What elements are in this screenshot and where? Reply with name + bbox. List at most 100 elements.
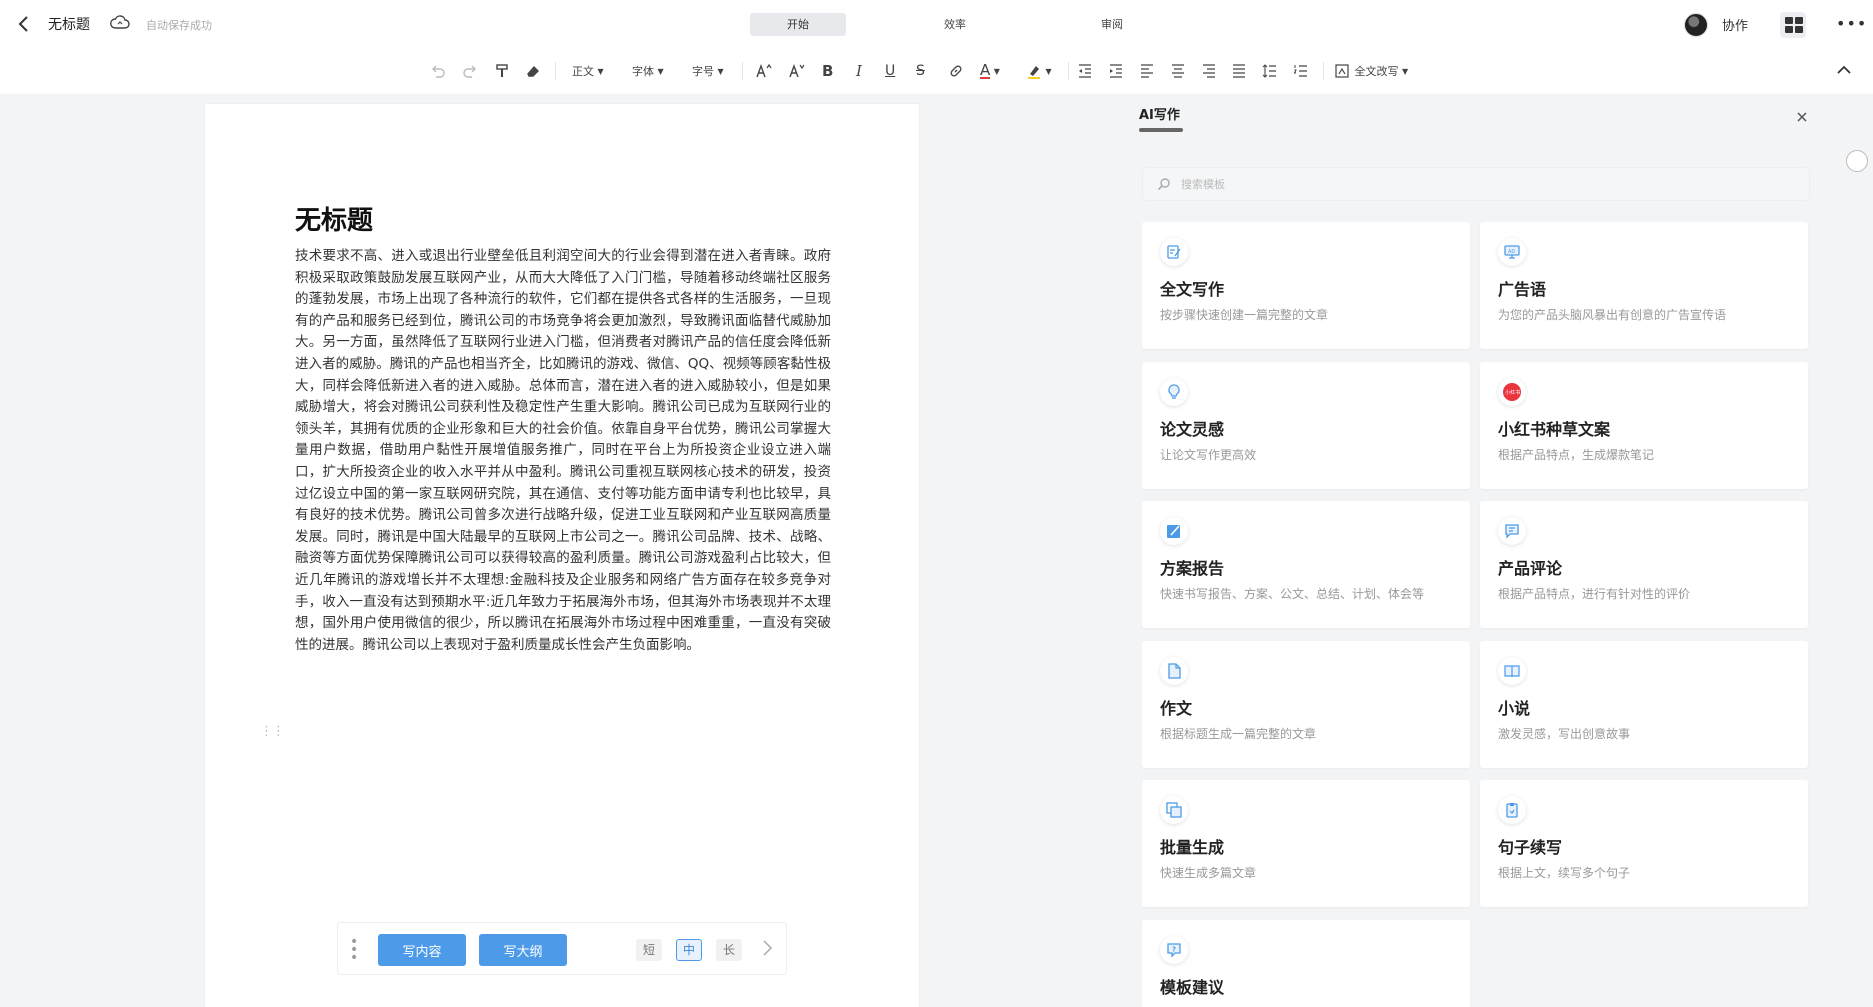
format-toolbar: 正文 ▼ 字体 ▼ 字号 ▼ B I U S A ▼ ▼ 全文改写 ▼	[0, 48, 1873, 94]
chevron-up-icon	[1837, 65, 1851, 74]
template-card-file[interactable]: 作文 根据标题生成一篇完整的文章	[1142, 641, 1470, 768]
card-desc: 根据上文，续写多个句子	[1498, 866, 1631, 880]
template-card-clipboard[interactable]: 句子续写根据上文，续写多个句子	[1480, 780, 1808, 907]
line-spacing-icon[interactable]	[1262, 60, 1278, 82]
template-card-xiaohongshu[interactable]: 小红书小红书种草文案根据产品特点，生成爆款笔记	[1480, 362, 1808, 489]
template-card-book[interactable]: 小说激发灵感，写出创意故事	[1480, 641, 1808, 768]
strikethrough-icon[interactable]: S	[916, 60, 925, 82]
italic-icon[interactable]: I	[856, 60, 862, 82]
align-center-icon[interactable]	[1170, 60, 1186, 82]
card-title: 作文	[1160, 699, 1193, 718]
card-title: 论文灵感	[1160, 420, 1225, 439]
svg-text:AD: AD	[1508, 249, 1515, 255]
template-card-copy[interactable]: 批量生成 快速生成多篇文章	[1142, 780, 1470, 907]
decrease-font-icon[interactable]	[788, 60, 806, 82]
paragraph-style-label: 正文	[572, 65, 594, 78]
indent-decrease-icon[interactable]	[1077, 60, 1093, 82]
collab-button[interactable]: 协作	[1722, 15, 1748, 34]
document-title[interactable]: 无标题	[295, 200, 373, 237]
ordered-list-icon[interactable]	[1293, 60, 1309, 82]
more-icon[interactable]: •••	[1836, 14, 1867, 33]
align-right-icon[interactable]	[1201, 60, 1217, 82]
document-body[interactable]: 技术要求不高、进入或退出行业壁垒低且利润空间大的行业会得到潜在进入者青睐。政府积…	[295, 246, 831, 656]
increase-font-icon[interactable]	[755, 60, 773, 82]
lightbulb-icon	[1160, 378, 1188, 406]
card-title: 小红书种草文案	[1498, 420, 1611, 439]
length-long-option[interactable]: 长	[716, 939, 742, 961]
font-family-select[interactable]: 字体 ▼	[632, 60, 664, 82]
close-icon[interactable]	[1796, 108, 1808, 127]
undo-icon[interactable]	[430, 60, 446, 82]
caret-down-icon: ▼	[657, 66, 664, 76]
doc-title[interactable]: 无标题	[48, 14, 90, 34]
card-desc: 让论文写作更高效	[1160, 448, 1257, 462]
font-color-icon[interactable]: A ▼	[980, 60, 1000, 82]
align-justify-icon[interactable]	[1231, 60, 1247, 82]
highlight-color-icon[interactable]: ▼	[1026, 60, 1052, 82]
tab-review[interactable]: 审阅	[1064, 13, 1160, 36]
rewrite-label: 全文改写	[1354, 65, 1399, 78]
ai-panel-title[interactable]: AI写作	[1139, 104, 1180, 123]
template-search	[1142, 167, 1810, 201]
format-painter-icon[interactable]	[494, 60, 510, 82]
file-icon	[1160, 657, 1188, 685]
template-card-ad[interactable]: AD 广告语 为您的产品头脑风暴出有创意的广告宣传语	[1480, 222, 1808, 349]
card-title: 全文写作	[1160, 280, 1225, 299]
search-icon	[1157, 178, 1170, 191]
bold-icon[interactable]: B	[822, 60, 833, 82]
card-title: 小说	[1498, 699, 1531, 718]
ai-write-bar: • • • 写内容 写大纲 短 中 长	[337, 922, 787, 975]
caret-down-icon: ▼	[597, 66, 604, 76]
collapse-toolbar-button[interactable]	[1836, 61, 1852, 80]
caret-down-icon: ▼	[717, 66, 724, 76]
document-page[interactable]: 无标题 技术要求不高、进入或退出行业壁垒低且利润空间大的行业会得到潜在进入者青睐…	[205, 104, 919, 1007]
align-left-icon[interactable]	[1139, 60, 1155, 82]
copy-icon	[1160, 796, 1188, 824]
link-icon[interactable]	[948, 60, 964, 82]
caret-down-icon: ▼	[1402, 66, 1409, 76]
report-icon	[1160, 517, 1188, 545]
cloud-sync-icon[interactable]	[110, 15, 130, 35]
card-title: 句子续写	[1498, 838, 1563, 857]
toolbar-divider	[1068, 62, 1069, 80]
side-handle[interactable]	[1846, 150, 1868, 172]
redo-icon[interactable]	[462, 60, 478, 82]
top-tabs: 开始 效率 审阅	[750, 13, 1221, 36]
search-input[interactable]	[1181, 177, 1781, 191]
card-desc: 根据产品特点，生成爆款笔记	[1498, 448, 1655, 462]
indent-increase-icon[interactable]	[1108, 60, 1124, 82]
write-content-button[interactable]: 写内容	[378, 934, 466, 966]
comment-icon	[1498, 517, 1526, 545]
card-desc: 激发灵感，写出创意故事	[1498, 727, 1631, 741]
length-medium-option[interactable]: 中	[676, 939, 702, 961]
tab-start[interactable]: 开始	[750, 13, 846, 36]
card-desc: 快速书写报告、方案、公文、总结、计划、体会等	[1160, 587, 1425, 601]
avatar[interactable]	[1684, 13, 1708, 37]
underline-icon[interactable]: U	[885, 60, 895, 82]
font-size-select[interactable]: 字号 ▼	[692, 60, 724, 82]
template-card-report[interactable]: 方案报告 快速书写报告、方案、公文、总结、计划、体会等	[1142, 501, 1470, 628]
edit-doc-icon	[1160, 238, 1188, 266]
chevron-right-icon[interactable]	[761, 939, 773, 961]
back-button[interactable]	[12, 12, 36, 36]
toolbar-divider	[742, 62, 743, 80]
paragraph-style-select[interactable]: 正文 ▼	[572, 60, 604, 82]
tab-efficiency[interactable]: 效率	[907, 13, 1003, 36]
write-outline-button[interactable]: 写大纲	[479, 934, 567, 966]
svg-text:小红书: 小红书	[1505, 389, 1520, 396]
template-card-edit-doc[interactable]: 全文写作按步骤快速创建一篇完整的文章	[1142, 222, 1470, 349]
ai-panel-tab-indicator	[1139, 128, 1183, 132]
template-card-comment[interactable]: 产品评论 根据产品特点，进行有针对性的评价	[1480, 501, 1808, 628]
template-card-lightbulb[interactable]: 论文灵感让论文写作更高效	[1142, 362, 1470, 489]
clipboard-icon	[1498, 796, 1526, 824]
eraser-icon[interactable]	[525, 60, 541, 82]
template-card-question[interactable]: ? 模板建议	[1142, 920, 1470, 1007]
card-desc: 按步骤快速创建一篇完整的文章	[1160, 308, 1329, 322]
length-short-option[interactable]: 短	[636, 939, 662, 961]
apps-grid-button[interactable]	[1780, 12, 1806, 38]
drag-handle-icon[interactable]: ⋮⋮	[260, 724, 285, 739]
rewrite-button[interactable]: 全文改写 ▼	[1335, 60, 1408, 82]
chevron-left-icon	[18, 16, 28, 32]
bar-drag-icon[interactable]: • • •	[350, 935, 358, 965]
question-icon: ?	[1160, 936, 1188, 964]
